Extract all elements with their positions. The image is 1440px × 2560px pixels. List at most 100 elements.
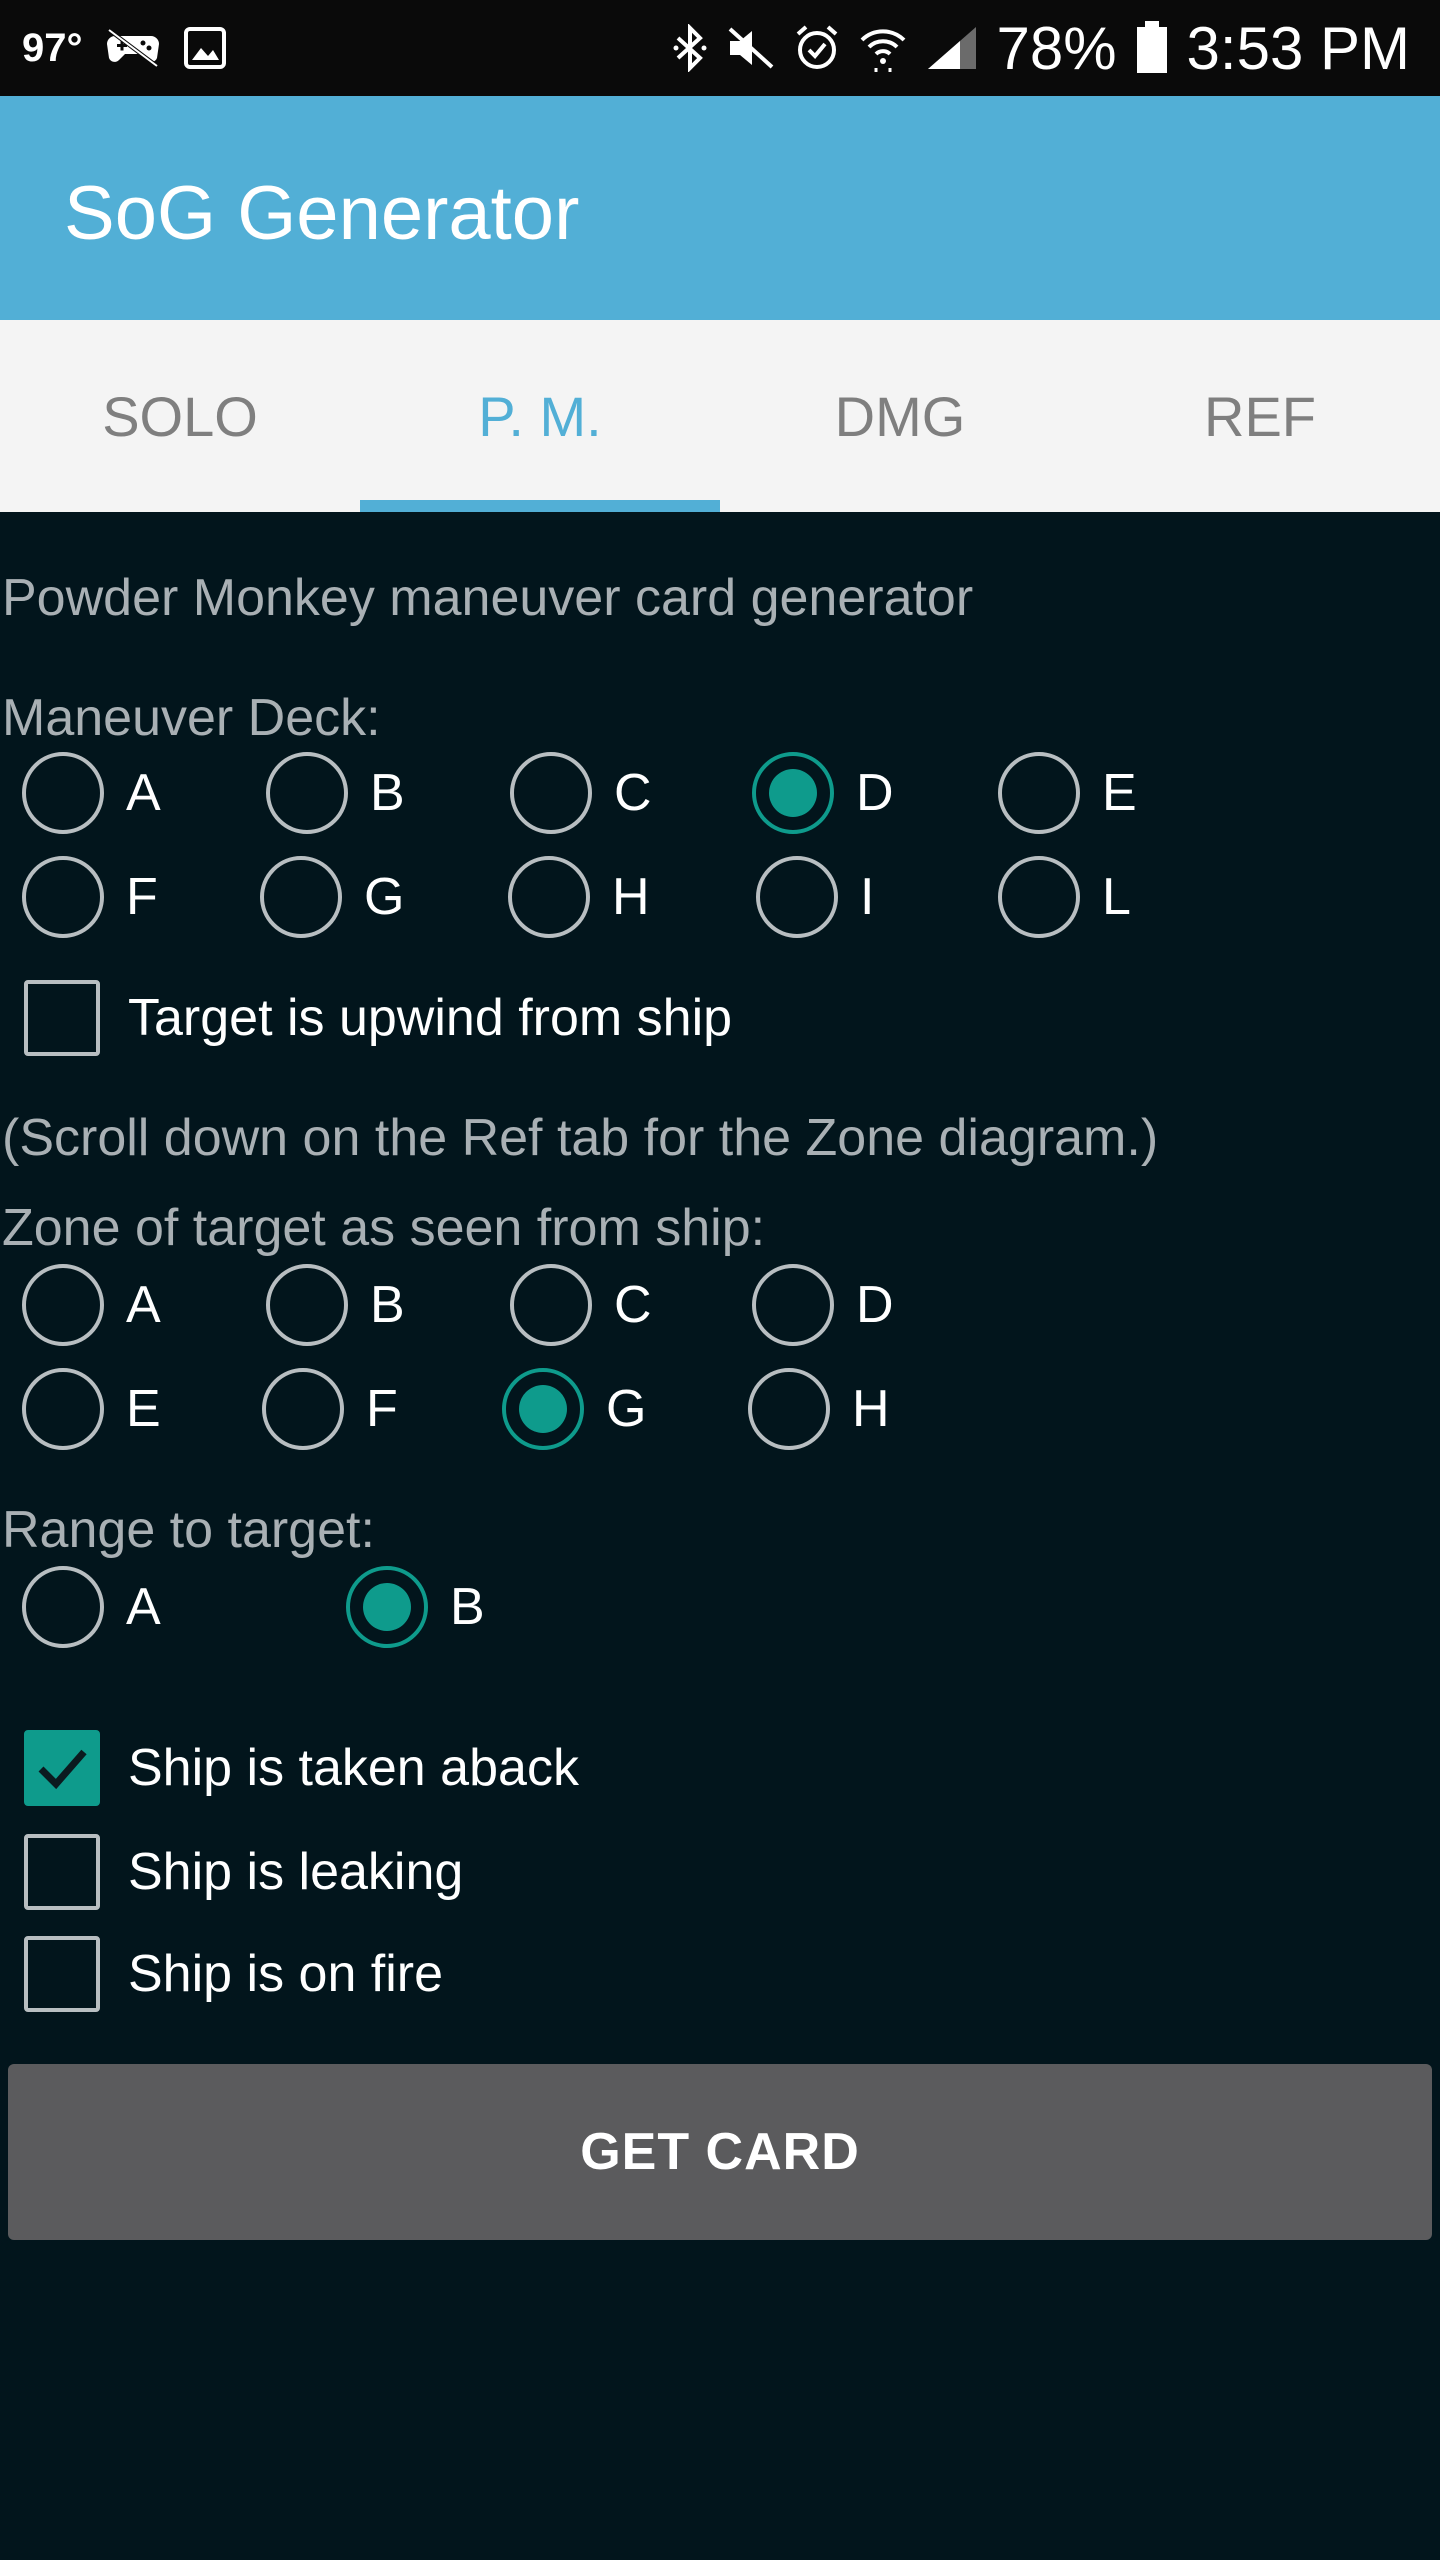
radio-circle [998,752,1080,834]
radio-circle [346,1566,428,1648]
zone-radio-b[interactable]: B [266,1260,405,1350]
radio-label: G [606,1380,647,1438]
maneuver-deck-radio-d[interactable]: D [752,748,894,838]
clock-time: 3:53 PM [1186,14,1410,82]
maneuver-deck-radio-f[interactable]: F [22,852,158,942]
status-bar: 97° 78% 3:53 PM [0,0,1440,96]
tab-solo[interactable]: SOLO [0,320,360,512]
radio-selected-dot [519,1385,567,1433]
checkbox-label: Target is upwind from ship [128,989,733,1047]
radio-label: A [126,1578,161,1636]
radio-label: D [856,1276,894,1334]
tab-ref[interactable]: REF [1080,320,1440,512]
radio-circle [998,856,1080,938]
radio-label: C [614,764,652,822]
maneuver-deck-radio-e[interactable]: E [998,748,1137,838]
checkbox-label: Ship is taken aback [128,1739,579,1797]
zone-radio-a[interactable]: A [22,1260,161,1350]
range-radio-b[interactable]: B [346,1562,485,1652]
zone-radio-e[interactable]: E [22,1364,161,1454]
radio-label: H [852,1380,890,1438]
radio-label: B [370,764,405,822]
on-fire-checkbox[interactable]: Ship is on fire [24,1934,443,2014]
battery-icon [1135,21,1169,75]
radio-selected-dot [363,1583,411,1631]
game-controller-icon [105,28,161,68]
description-text: Powder Monkey maneuver card generator [2,569,974,627]
maneuver-deck-radio-b[interactable]: B [266,748,405,838]
maneuver-deck-label: Maneuver Deck: [2,689,381,747]
radio-label: B [370,1276,405,1334]
radio-circle [756,856,838,938]
radio-circle [22,752,104,834]
radio-label: L [1102,868,1131,926]
radio-label: E [1102,764,1137,822]
radio-circle [748,1368,830,1450]
bluetooth-icon [672,24,708,72]
zone-label: Zone of target as seen from ship: [2,1199,766,1257]
radio-circle [260,856,342,938]
checkbox-label: Ship is on fire [128,1945,444,2003]
radio-label: C [614,1276,652,1334]
maneuver-deck-radio-h[interactable]: H [508,852,650,942]
radio-circle [508,856,590,938]
taken-aback-checkbox[interactable]: Ship is taken aback [24,1728,579,1808]
radio-circle [262,1368,344,1450]
battery-percent: 78% [996,14,1117,82]
radio-circle [266,1264,348,1346]
mute-icon [726,25,776,71]
radio-circle [510,1264,592,1346]
radio-label: A [126,764,161,822]
radio-circle [22,856,104,938]
tab-pm[interactable]: P. M. [360,320,720,512]
radio-circle [502,1368,584,1450]
checkbox-label: Ship is leaking [128,1843,464,1901]
radio-label: H [612,868,650,926]
get-card-button[interactable]: GET CARD [8,2064,1432,2240]
checkbox-box [24,980,100,1056]
maneuver-deck-radio-l[interactable]: L [998,852,1131,942]
radio-circle [22,1566,104,1648]
signal-icon [926,25,978,71]
radio-circle [752,1264,834,1346]
radio-label: B [450,1578,485,1636]
zone-radio-g[interactable]: G [502,1364,646,1454]
upwind-checkbox[interactable]: Target is upwind from ship [24,978,732,1058]
radio-label: A [126,1276,161,1334]
app-title: SoG Generator [64,171,580,256]
maneuver-deck-radio-g[interactable]: G [260,852,404,942]
leaking-checkbox[interactable]: Ship is leaking [24,1832,463,1912]
alarm-icon [794,24,840,72]
radio-label: G [364,868,405,926]
image-icon [183,26,227,70]
zone-radio-d[interactable]: D [752,1260,894,1350]
radio-label: I [860,868,875,926]
scroll-hint-text: (Scroll down on the Ref tab for the Zone… [2,1109,1159,1167]
zone-radio-c[interactable]: C [510,1260,652,1350]
radio-selected-dot [769,769,817,817]
radio-circle [752,752,834,834]
range-label: Range to target: [2,1501,375,1559]
maneuver-deck-radio-i[interactable]: I [756,852,874,942]
checkmark-icon [38,1749,87,1790]
radio-label: F [126,868,158,926]
checkbox-box [24,1834,100,1910]
radio-circle [510,752,592,834]
checkbox-box [24,1936,100,2012]
temperature-text: 97° [22,25,83,70]
range-radio-a[interactable]: A [22,1562,161,1652]
checkbox-box [24,1730,100,1806]
zone-radio-h[interactable]: H [748,1364,890,1454]
tab-dmg[interactable]: DMG [720,320,1080,512]
maneuver-deck-radio-c[interactable]: C [510,748,652,838]
tab-bar: SOLO P. M. DMG REF [0,320,1440,512]
radio-circle [22,1264,104,1346]
app-bar: SoG Generator [0,96,1440,320]
radio-label: D [856,764,894,822]
maneuver-deck-radio-a[interactable]: A [22,748,161,838]
zone-radio-f[interactable]: F [262,1364,398,1454]
radio-circle [22,1368,104,1450]
radio-label: E [126,1380,161,1438]
wifi-icon [858,24,908,72]
radio-label: F [366,1380,398,1438]
